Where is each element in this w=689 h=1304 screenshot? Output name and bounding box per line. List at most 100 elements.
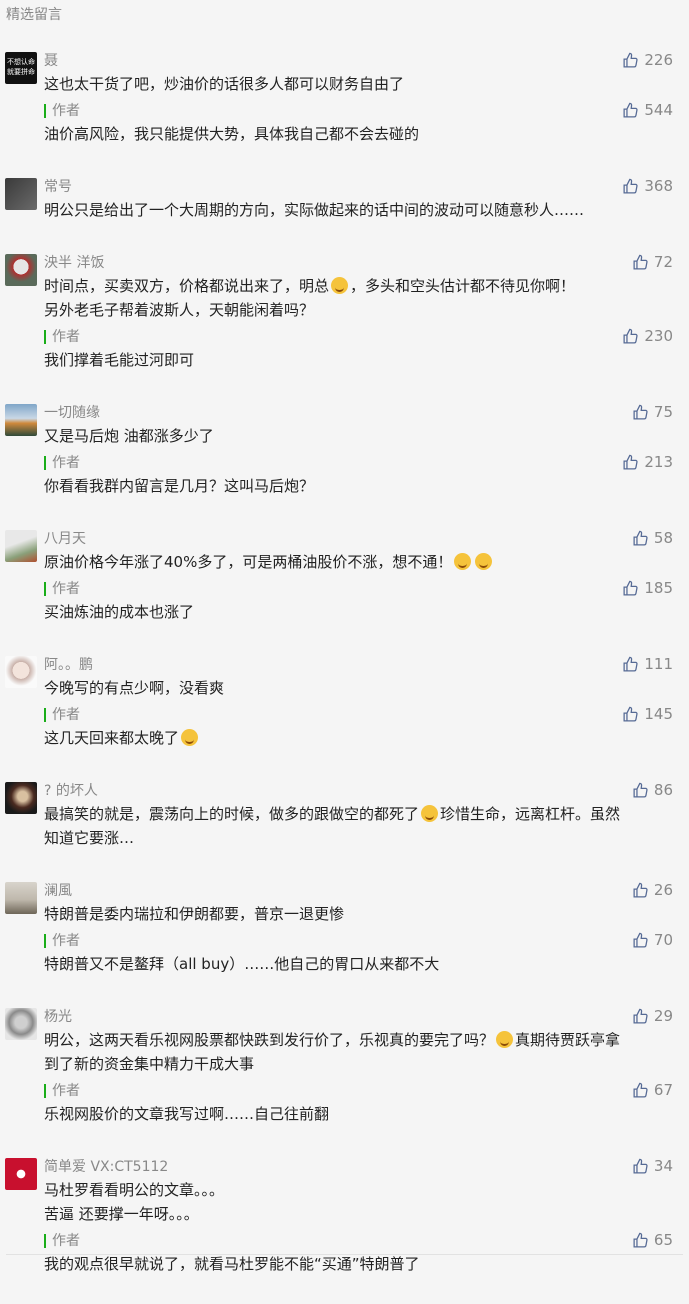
avatar[interactable] [5, 404, 37, 436]
thumbs-up-icon [623, 102, 638, 118]
like-count: 65 [653, 1231, 673, 1249]
author-reply: 作者 544 [44, 98, 681, 122]
laugh-emoji-icon [496, 1031, 514, 1048]
like-button[interactable]: 29 [632, 1004, 673, 1028]
like-button[interactable]: 213 [622, 450, 673, 474]
like-count: 145 [644, 705, 673, 723]
grin-emoji-icon [331, 277, 349, 294]
like-button[interactable]: 67 [632, 1078, 673, 1102]
nickname[interactable]: 简单爱 VX:CT5112 [44, 1159, 168, 1175]
thumbs-up-icon [623, 178, 638, 194]
comment-text: 特朗普是委内瑞拉和伊朗都要，普京一退更惨 [44, 905, 345, 923]
comment-text-part: ，多头和空头估计都不待见你啊！ [350, 277, 576, 295]
author-reply: 作者 65 [44, 1228, 681, 1252]
thumbs-up-icon [623, 706, 638, 722]
nickname[interactable]: 常号 [44, 179, 72, 195]
nickname[interactable]: 澜風 [44, 883, 72, 899]
comment-item: 杨光 29 明公，这两天看乐视网股票都快跌到发行价了，乐视真的要完了吗？ 真期待贾… [0, 1004, 689, 1126]
like-button[interactable]: 86 [632, 778, 673, 802]
author-label: 作者 [44, 934, 80, 948]
like-button[interactable]: 70 [632, 928, 673, 952]
avatar[interactable] [5, 782, 37, 814]
avatar[interactable] [5, 1158, 37, 1190]
reply-text: 特朗普又不是鳌拜（all buy）……他自己的胃口从来都不大 [44, 955, 440, 973]
like-button[interactable]: 65 [632, 1228, 673, 1252]
comment-text-line2: 到了新的资金集中精力干成大事 [44, 1055, 255, 1073]
like-count: 67 [653, 1081, 673, 1099]
like-count: 58 [653, 529, 673, 547]
like-button[interactable]: 230 [622, 324, 673, 348]
author-label: 作者 [44, 104, 80, 118]
comment-text: 时间点，买卖双方，价格都说出来了，明总 ，多头和空头估计都不待见你啊！ [44, 274, 681, 298]
author-reply: 作者 230 [44, 324, 681, 348]
nickname[interactable]: 阿。。鹏 [44, 657, 93, 673]
author-reply: 作者 213 [44, 450, 681, 474]
author-label: 作者 [44, 582, 80, 596]
avatar[interactable] [5, 882, 37, 914]
thumbs-up-icon [623, 52, 638, 68]
nickname[interactable]: 泱半 洋饭 [44, 255, 104, 271]
thumbs-up-icon [633, 782, 648, 798]
like-button[interactable]: 72 [632, 250, 673, 274]
avatar[interactable] [5, 254, 37, 286]
like-button[interactable]: 544 [622, 98, 673, 122]
author-reply: 作者 70 [44, 928, 681, 952]
comment-text-part: 真期待贾跃亭拿 [515, 1031, 621, 1049]
thumbs-up-icon [623, 328, 638, 344]
author-reply: 作者 145 [44, 702, 681, 726]
reply-text: 我们撑着毛能过河即可 [44, 351, 195, 369]
like-count: 86 [653, 781, 673, 799]
reply-text: 我的观点很早就说了，就看马杜罗能不能“买通”特朗普了 [44, 1255, 420, 1273]
like-button[interactable]: 368 [622, 174, 673, 198]
comment-text: 这也太干货了吧，炒油价的话很多人都可以财务自由了 [44, 75, 405, 93]
comment-text-part: 珍惜生命，远离杠杆。虽然 [440, 805, 621, 823]
nickname[interactable]: 一切随缘 [44, 405, 100, 421]
like-count: 185 [644, 579, 673, 597]
thumbs-up-icon [623, 580, 638, 596]
like-button[interactable]: 34 [632, 1154, 673, 1178]
avatar[interactable] [5, 178, 37, 210]
like-count: 70 [653, 931, 673, 949]
like-count: 213 [644, 453, 673, 471]
like-button[interactable]: 58 [632, 526, 673, 550]
like-count: 368 [644, 177, 673, 195]
author-label: 作者 [44, 330, 80, 344]
comment-text: 又是马后炮 油都涨多少了 [44, 427, 214, 445]
nickname[interactable]: ? 的坏人 [44, 783, 98, 799]
nickname[interactable]: 八月天 [44, 531, 86, 547]
like-count: 34 [653, 1157, 673, 1175]
like-button[interactable]: 26 [632, 878, 673, 902]
like-count: 29 [653, 1007, 673, 1025]
nickname[interactable]: 杨光 [44, 1009, 72, 1025]
like-count: 226 [644, 51, 673, 69]
comment-text: 明公，这两天看乐视网股票都快跌到发行价了，乐视真的要完了吗？ 真期待贾跃亭拿 [44, 1028, 681, 1052]
tears-of-joy-emoji-icon [181, 729, 199, 746]
comment-text-line2: 另外老毛子帮着波斯人，天朝能闲着吗？ [44, 301, 315, 319]
comment-text-part: 明公，这两天看乐视网股票都快跌到发行价了，乐视真的要完了吗？ [44, 1031, 495, 1049]
laugh-emoji-icon [454, 553, 472, 570]
like-count: 230 [644, 327, 673, 345]
grin-emoji-icon [475, 553, 493, 570]
like-button[interactable]: 185 [622, 576, 673, 600]
thumbs-up-icon [633, 254, 648, 270]
comment-item: 常号 368 明公只是给出了一个大周期的方向，实际做起来的话中间的波动可以随意秒… [0, 174, 689, 222]
like-button[interactable]: 145 [622, 702, 673, 726]
avatar[interactable] [5, 1008, 37, 1040]
comment-text: 马杜罗看看明公的文章。。。 [44, 1181, 225, 1199]
avatar[interactable] [5, 530, 37, 562]
comment-item: 简单爱 VX:CT5112 34 马杜罗看看明公的文章。。。 苦逼 还要撑一年呀… [0, 1154, 689, 1276]
comment-text: 原油价格今年涨了40%多了，可是两桶油股价不涨，想不通！ [44, 550, 681, 574]
comment-text: 最搞笑的就是，震荡向上的时候，做多的跟做空的都死了 珍惜生命，远离杠杆。虽然 [44, 802, 681, 826]
nickname[interactable]: 聂 [44, 53, 58, 69]
like-button[interactable]: 226 [622, 48, 673, 72]
thumbs-up-icon [633, 404, 648, 420]
avatar[interactable]: 不想认命 就要拼命 [5, 52, 37, 84]
comment-text-line2: 苦逼 还要撑一年呀。。。 [44, 1205, 199, 1223]
author-label: 作者 [44, 456, 80, 470]
like-button[interactable]: 111 [622, 652, 673, 676]
avatar[interactable] [5, 656, 37, 688]
like-button[interactable]: 75 [632, 400, 673, 424]
reply-text: 这几天回来都太晚了 [44, 726, 681, 750]
comment-text-line2: 知道它要涨… [44, 829, 135, 847]
like-count: 111 [644, 655, 673, 673]
